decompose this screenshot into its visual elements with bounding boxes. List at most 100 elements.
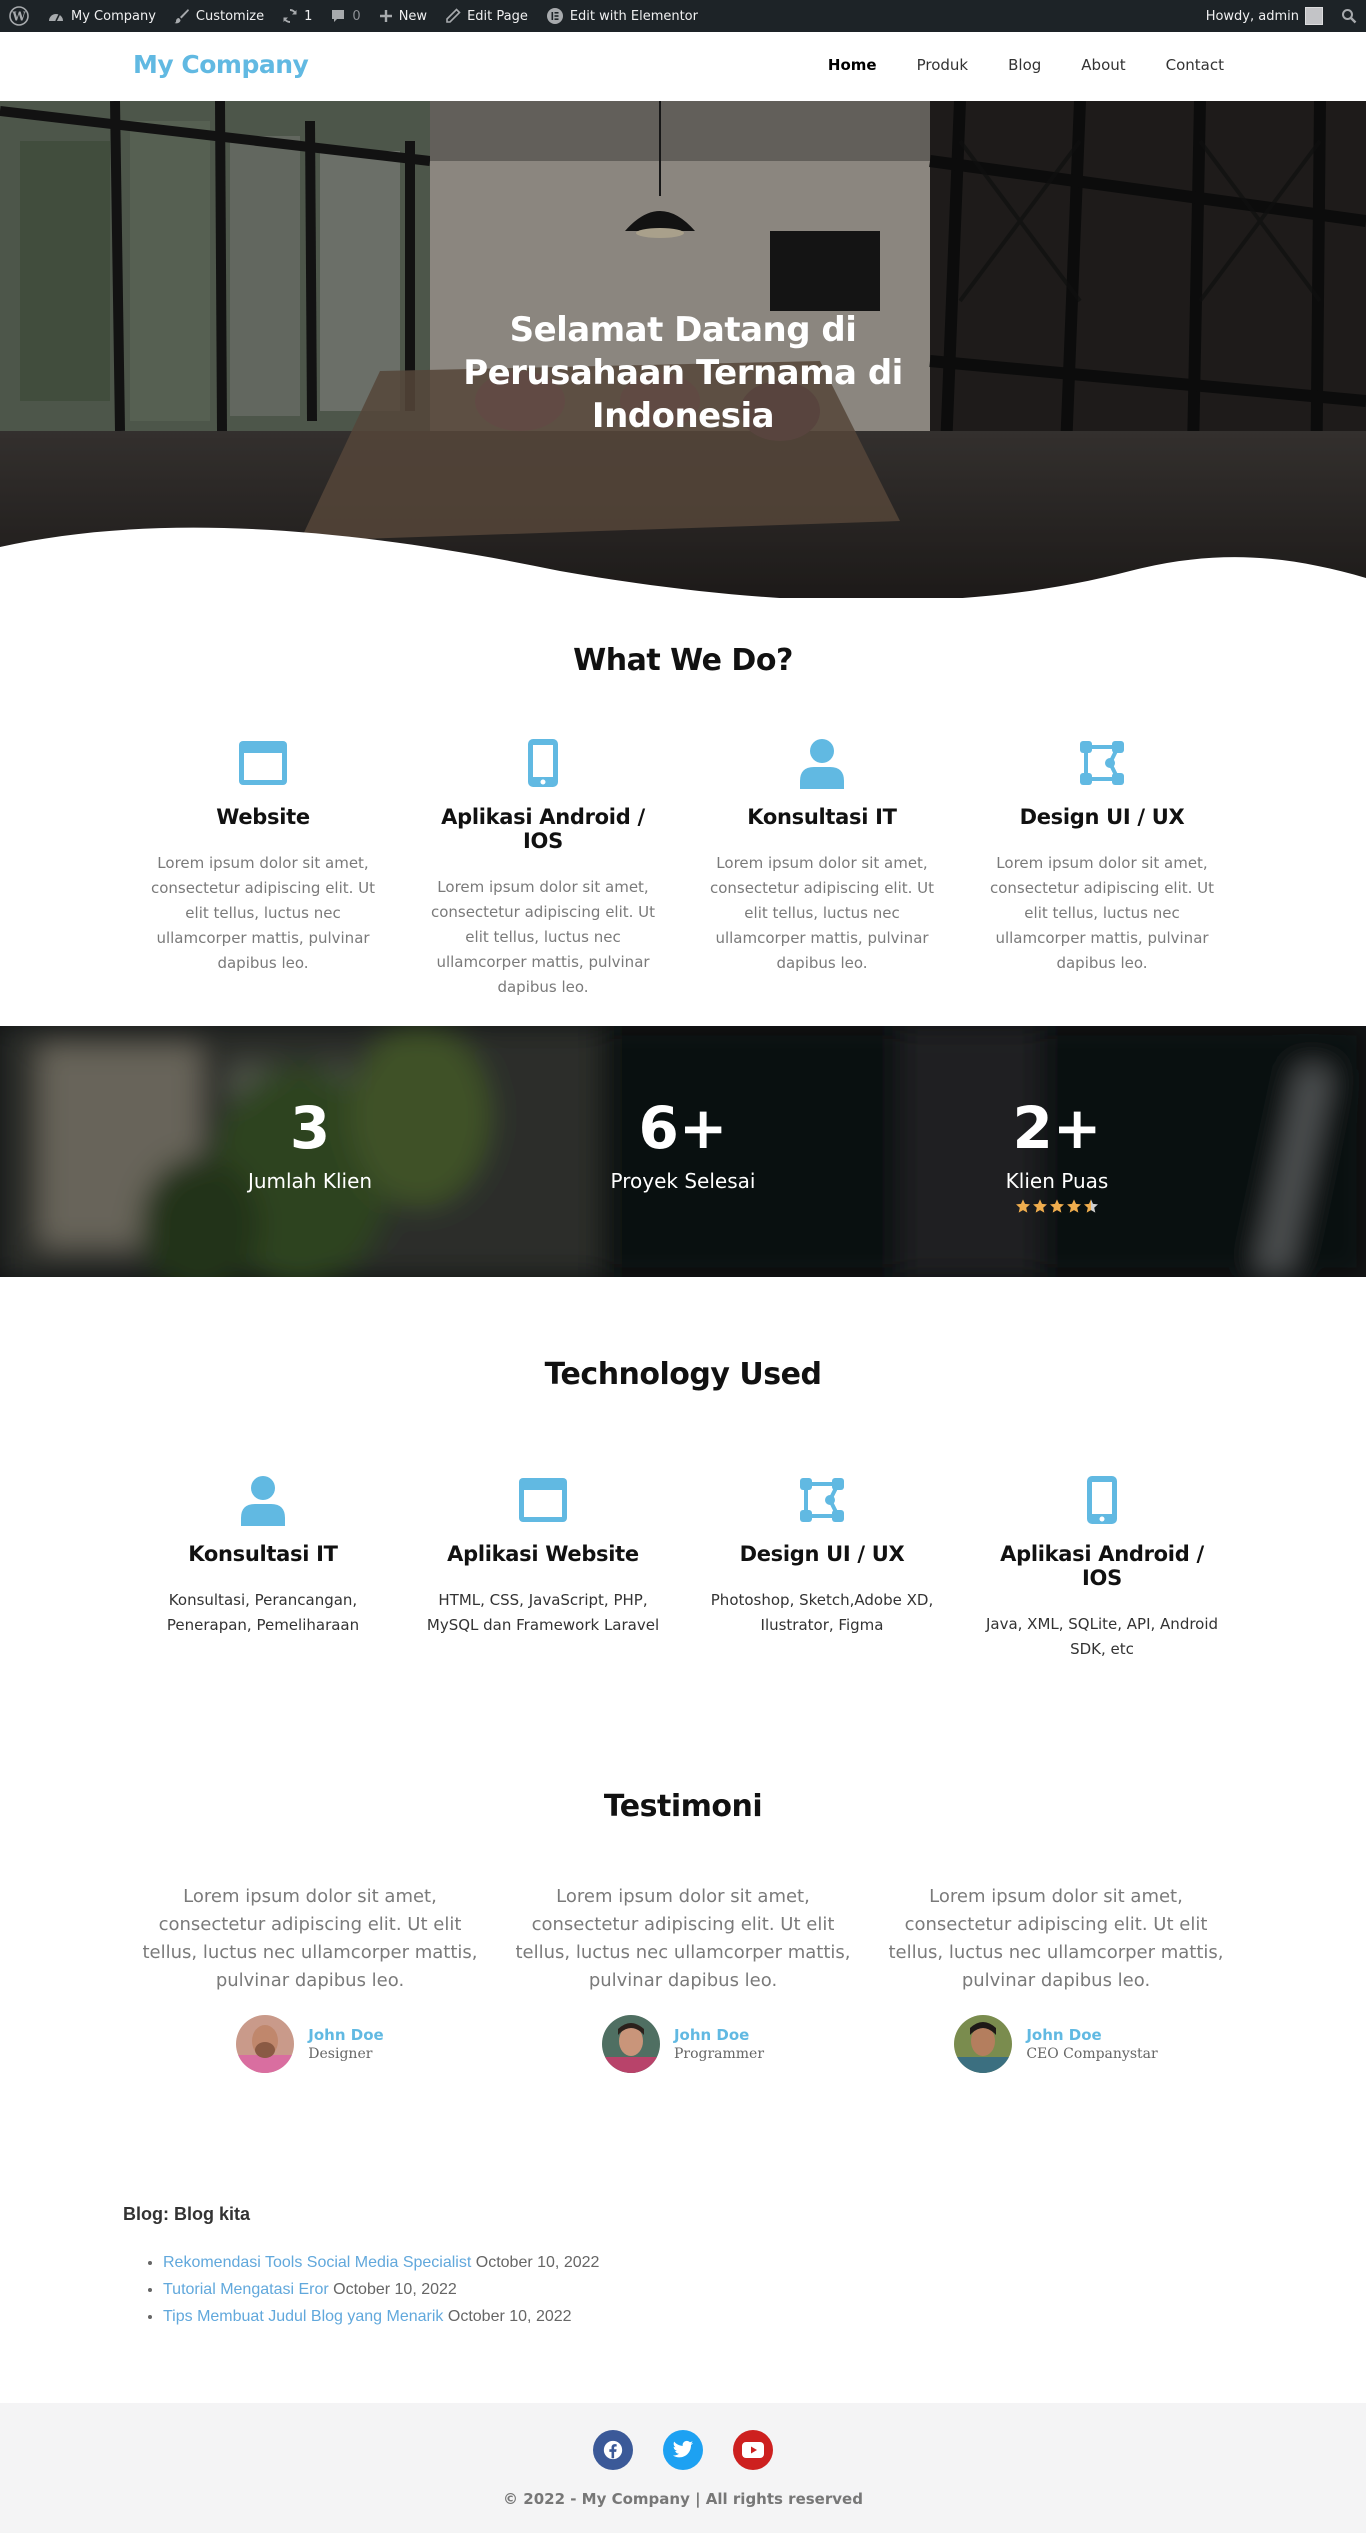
mobile-phone-icon [528, 739, 558, 787]
half-star-icon [1084, 1199, 1098, 1213]
admin-site-name[interactable]: My Company [38, 0, 165, 32]
vector-design-icon [1080, 741, 1124, 785]
admin-howdy-label: Howdy, admin [1205, 8, 1299, 24]
admin-edit-elementor-label: Edit with Elementor [569, 8, 698, 24]
pencil-icon [446, 8, 461, 23]
service-title: Aplikasi Android / IOS [441, 805, 645, 853]
user-icon [800, 739, 844, 789]
blog-title: Blog: Blog kita [123, 2204, 250, 2224]
vector-design-icon [800, 1478, 844, 1522]
elementor-icon [546, 8, 563, 24]
blog-post-date: October 10, 2022 [447, 2308, 572, 2325]
admin-bar: W My Company Customize 1 0 New Edit Page… [0, 0, 1366, 32]
service-card: Aplikasi Android / IOS Lorem ipsum dolor… [418, 735, 668, 1000]
nav-contact[interactable]: Contact [1166, 56, 1224, 74]
testimonial-card: Lorem ipsum dolor sit amet, consectetur … [503, 1883, 863, 2073]
avatar [236, 2015, 295, 2073]
list-item: Tips Membuat Judul Blog yang Menarik Oct… [163, 2303, 923, 2330]
blog-post-link[interactable]: Tutorial Mengatasi Eror [163, 2281, 329, 2298]
admin-updates-count: 1 [304, 8, 313, 24]
browser-window-icon [519, 1478, 567, 1522]
browser-window-icon [239, 741, 287, 785]
admin-customize-label: Customize [195, 8, 265, 24]
stat-number: 6+ [638, 1094, 728, 1162]
social-links [0, 2430, 1366, 2470]
tech-card: Konsultasi IT Konsultasi, Perancangan, P… [138, 1472, 388, 1638]
site-header: My Company Home Produk Blog About Contac… [0, 32, 1366, 101]
blog-post-link[interactable]: Rekomendasi Tools Social Media Specialis… [163, 2254, 471, 2271]
nav-home[interactable]: Home [828, 56, 877, 74]
hero-title: Selamat Datang di Perusahaan Ternama di … [463, 310, 903, 436]
tech-text: Konsultasi, Perancangan, Penerapan, Peme… [166, 1591, 360, 1634]
service-text: Lorem ipsum dolor sit amet, consectetur … [709, 854, 935, 972]
testimonial-name: John Doe [308, 2026, 384, 2044]
tech-title: Design UI / UX [739, 1542, 905, 1566]
admin-edit-elementor[interactable]: Edit with Elementor [537, 0, 707, 32]
stat-item: 6+ Proyek Selesai [533, 1093, 833, 1193]
list-item: Tutorial Mengatasi Eror October 10, 2022 [163, 2276, 923, 2303]
facebook-icon[interactable] [593, 2430, 633, 2470]
service-text: Lorem ipsum dolor sit amet, consectetur … [430, 878, 656, 996]
service-card: Design UI / UX Lorem ipsum dolor sit ame… [977, 735, 1227, 976]
service-card: Website Lorem ipsum dolor sit amet, cons… [138, 735, 388, 976]
plus-icon [379, 10, 392, 22]
testimonial-role: Programmer [673, 2046, 765, 2062]
nav-about[interactable]: About [1081, 56, 1125, 74]
admin-comments[interactable]: 0 [321, 0, 369, 32]
testimonial-quote: Lorem ipsum dolor sit amet, consectetur … [142, 1886, 478, 1991]
stat-label: Proyek Selesai [610, 1169, 756, 1193]
admin-edit-page-label: Edit Page [467, 8, 528, 24]
testimonial-quote: Lorem ipsum dolor sit amet, consectetur … [515, 1886, 851, 1991]
user-icon [241, 1476, 285, 1526]
site-logo[interactable]: My Company [133, 50, 309, 79]
stat-label: Klien Puas [1005, 1169, 1109, 1193]
stat-item: 2+ Klien Puas [907, 1093, 1207, 1214]
service-text: Lorem ipsum dolor sit amet, consectetur … [150, 854, 376, 972]
service-title: Website [216, 805, 310, 829]
admin-comments-count: 0 [352, 8, 361, 24]
admin-search-icon[interactable] [1332, 0, 1366, 32]
stat-number: 2+ [1012, 1094, 1102, 1162]
testimonial-card: Lorem ipsum dolor sit amet, consectetur … [130, 1883, 490, 2073]
twitter-icon[interactable] [663, 2430, 703, 2470]
star-icon [1016, 1199, 1030, 1213]
updates-icon [283, 8, 297, 24]
admin-avatar [1305, 7, 1323, 25]
stat-number: 3 [289, 1094, 331, 1162]
admin-new-label: New [398, 8, 428, 24]
svg-text:W: W [11, 10, 26, 24]
site-footer: © 2022 - My Company | All rights reserve… [0, 2403, 1366, 2533]
nav-blog[interactable]: Blog [1008, 56, 1041, 74]
service-title: Design UI / UX [1019, 805, 1185, 829]
service-text: Lorem ipsum dolor sit amet, consectetur … [989, 854, 1215, 972]
list-item: Rekomendasi Tools Social Media Specialis… [163, 2249, 923, 2276]
admin-new[interactable]: New [370, 0, 436, 32]
tech-text: Java, XML, SQLite, API, Android SDK, etc [985, 1615, 1219, 1658]
comment-bubble-icon [332, 10, 345, 22]
avatar [954, 2015, 1013, 2073]
tech-card: Design UI / UX Photoshop, Sketch,Adobe X… [697, 1472, 947, 1638]
admin-edit-page[interactable]: Edit Page [436, 0, 537, 32]
admin-updates[interactable]: 1 [273, 0, 321, 32]
blog-post-link[interactable]: Tips Membuat Judul Blog yang Menarik [163, 2308, 443, 2325]
admin-customize[interactable]: Customize [165, 0, 273, 32]
stat-item: 3 Jumlah Klien [160, 1093, 460, 1193]
tech-title: Aplikasi Android / IOS [1000, 1542, 1204, 1590]
tech-text: HTML, CSS, JavaScript, PHP, MySQL dan Fr… [426, 1591, 660, 1634]
paintbrush-icon [174, 9, 189, 24]
stat-label: Jumlah Klien [247, 1169, 373, 1193]
stats-section: 3 Jumlah Klien 6+ Proyek Selesai 2+ Klie… [0, 1026, 1366, 1277]
nav-produk[interactable]: Produk [917, 56, 969, 74]
youtube-icon[interactable] [733, 2430, 773, 2470]
main-nav: Home Produk Blog About Contact [788, 56, 1224, 74]
testimonial-role: Designer [308, 2046, 373, 2062]
mobile-phone-icon [1087, 1476, 1117, 1524]
wordpress-logo-icon[interactable]: W [0, 0, 38, 32]
admin-account[interactable]: Howdy, admin [1197, 0, 1332, 32]
blog-post-list: Rekomendasi Tools Social Media Specialis… [123, 2249, 923, 2330]
tech-card: Aplikasi Website HTML, CSS, JavaScript, … [418, 1472, 668, 1638]
copyright-text: © 2022 - My Company | All rights reserve… [503, 2490, 863, 2508]
technology-title: Technology Used [544, 1357, 822, 1392]
hero-section: Selamat Datang di Perusahaan Ternama di … [0, 101, 1366, 598]
tech-title: Aplikasi Website [447, 1542, 639, 1566]
